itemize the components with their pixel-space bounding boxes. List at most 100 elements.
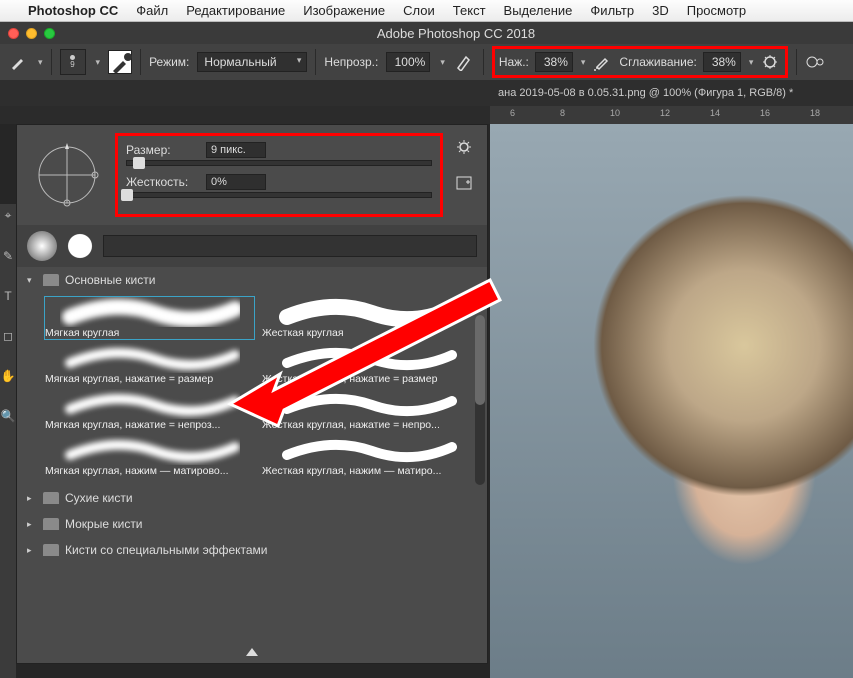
ruler-mark: 10 <box>610 108 620 118</box>
opacity-field[interactable]: 100% <box>386 52 430 72</box>
maximize-icon[interactable] <box>44 28 55 39</box>
tool-strip: ⌖ ✎ T ◻ ✋ 🔍 <box>0 204 16 678</box>
folder-main-brushes[interactable]: ▾ Основные кисти <box>17 267 487 293</box>
chevron-right-icon: ▸ <box>27 519 37 530</box>
document-tab[interactable]: ана 2019-05-08 в 0.05.31.png @ 100% (Фиг… <box>490 83 801 103</box>
brush-tool-icon[interactable] <box>8 52 28 72</box>
ruler-mark: 18 <box>810 108 820 118</box>
brush-preset-tile[interactable]: Мягкая круглая, нажатие = размер <box>45 343 254 385</box>
chevron-right-icon: ▸ <box>27 545 37 556</box>
photo-content <box>490 124 853 678</box>
pressure-opacity-icon[interactable] <box>453 51 475 73</box>
ruler-mark: 14 <box>710 108 720 118</box>
size-slider[interactable] <box>126 160 432 166</box>
workspace: ⌖ ✎ T ◻ ✋ 🔍 <box>0 124 853 678</box>
smoothing-options-icon[interactable] <box>759 51 781 73</box>
menu-select[interactable]: Выделение <box>504 3 573 18</box>
close-icon[interactable] <box>8 28 19 39</box>
folder-icon <box>43 544 59 556</box>
menu-edit[interactable]: Редактирование <box>186 3 285 18</box>
brush-panel-toggle[interactable] <box>108 50 132 74</box>
tool-icon[interactable]: ✋ <box>1 369 16 383</box>
size-value[interactable]: 9 пикс. <box>206 142 266 158</box>
brush-preset-tile[interactable]: Жесткая круглая, нажим — матиро... <box>262 435 471 477</box>
menu-layers[interactable]: Слои <box>403 3 435 18</box>
tool-icon[interactable]: ✎ <box>3 249 13 263</box>
brush-preset-tile[interactable]: Мягкая круглая, нажим — матирово... <box>45 435 254 477</box>
menu-text[interactable]: Текст <box>453 3 486 18</box>
folder-label: Сухие кисти <box>65 491 133 505</box>
ruler-mark: 16 <box>760 108 770 118</box>
brush-preset-tile[interactable]: Жесткая круглая, нажатие = непро... <box>262 389 471 431</box>
folder-special-brushes[interactable]: ▸ Кисти со специальными эффектами <box>17 537 487 563</box>
brush-preset-panel: Размер: 9 пикс. Жесткость: 0% <box>16 124 488 664</box>
brush-size-number: 9 <box>70 60 74 69</box>
ruler-mark: 8 <box>560 108 565 118</box>
menu-3d[interactable]: 3D <box>652 3 669 18</box>
window-titlebar: Adobe Photoshop CC 2018 <box>0 22 853 44</box>
blend-mode-select[interactable]: Нормальный <box>197 52 307 72</box>
brush-angle-widget[interactable] <box>25 133 109 217</box>
menu-filter[interactable]: Фильтр <box>590 3 634 18</box>
folder-icon <box>43 274 59 286</box>
mode-label: Режим: <box>149 55 189 69</box>
airbrush-icon[interactable] <box>591 51 613 73</box>
minimize-icon[interactable] <box>26 28 37 39</box>
brush-grid: Мягкая круглая Жесткая круглая Мягкая круг… <box>17 293 487 485</box>
flow-chevron-icon[interactable]: ▾ <box>581 57 586 68</box>
folder-label: Кисти со специальными эффектами <box>65 543 268 557</box>
folder-dry-brushes[interactable]: ▸ Сухие кисти <box>17 485 487 511</box>
brush-preset-label: Жесткая круглая, нажим — матиро... <box>262 465 471 477</box>
folder-wet-brushes[interactable]: ▸ Мокрые кисти <box>17 511 487 537</box>
tool-preset-chevron-icon[interactable]: ▾ <box>38 57 43 68</box>
brush-preset-label: Мягкая круглая <box>45 327 254 339</box>
folder-icon <box>43 492 59 504</box>
brush-preset-tile[interactable]: Жесткая круглая, нажатие = размер <box>262 343 471 385</box>
menu-app[interactable]: Photoshop CC <box>28 3 118 18</box>
ruler-mark: 6 <box>510 108 515 118</box>
hardness-label: Жесткость: <box>126 175 196 189</box>
brush-search-input[interactable] <box>103 235 477 257</box>
recent-brush-soft[interactable] <box>27 231 57 261</box>
ruler-mark: 12 <box>660 108 670 118</box>
window-title: Adobe Photoshop CC 2018 <box>67 26 845 41</box>
brush-picker-chevron-icon[interactable]: ▾ <box>96 57 101 68</box>
opacity-chevron-icon[interactable]: ▾ <box>440 57 445 68</box>
menu-view[interactable]: Просмотр <box>687 3 746 18</box>
zoom-tool-icon[interactable]: 🔍 <box>1 409 16 423</box>
folder-icon <box>43 518 59 530</box>
brush-preset-tile[interactable]: Жесткая круглая <box>262 297 471 339</box>
chevron-down-icon: ▾ <box>27 275 37 286</box>
tool-icon[interactable]: ◻ <box>3 329 13 343</box>
ruler-horizontal: 6 8 10 12 14 16 18 <box>490 106 853 124</box>
gear-icon[interactable] <box>456 139 472 158</box>
tool-options-bar: ▾ 9 ▾ Режим: Нормальный Непрозр.: 100% ▾… <box>0 44 853 80</box>
brush-preset-tile[interactable]: Мягкая круглая, нажатие = непроз... <box>45 389 254 431</box>
tool-icon[interactable]: ⌖ <box>5 208 12 223</box>
document-canvas[interactable] <box>490 124 853 678</box>
annotation-highlight-sliders: Размер: 9 пикс. Жесткость: 0% <box>115 133 443 217</box>
recent-brush-hard[interactable] <box>65 231 95 261</box>
menu-image[interactable]: Изображение <box>303 3 385 18</box>
hardness-value[interactable]: 0% <box>206 174 266 190</box>
size-label: Размер: <box>126 143 196 157</box>
flow-field[interactable]: 38% <box>535 52 573 72</box>
panel-scrollbar[interactable] <box>475 315 485 485</box>
annotation-highlight-flow: Наж.: 38% ▾ Сглаживание: 38% ▾ <box>492 46 789 78</box>
document-tab-bar: ана 2019-05-08 в 0.05.31.png @ 100% (Фиг… <box>0 80 853 106</box>
smoothing-field[interactable]: 38% <box>703 52 741 72</box>
brush-preset-tile[interactable]: Мягкая круглая <box>45 297 254 339</box>
smoothing-chevron-icon[interactable]: ▾ <box>749 57 754 68</box>
brush-preview[interactable]: 9 <box>60 49 86 75</box>
app-window: Adobe Photoshop CC 2018 ▾ 9 ▾ Режим: Нор… <box>0 22 853 678</box>
panel-resize-handle[interactable] <box>17 641 487 663</box>
new-preset-icon[interactable] <box>456 176 472 193</box>
hardness-slider[interactable] <box>126 192 432 198</box>
menu-file[interactable]: Файл <box>136 3 168 18</box>
opacity-label: Непрозр.: <box>324 55 378 69</box>
brush-preset-label: Мягкая круглая, нажим — матирово... <box>45 465 254 477</box>
brush-preset-label: Мягкая круглая, нажатие = размер <box>45 373 254 385</box>
folder-label: Основные кисти <box>65 273 155 287</box>
pressure-size-icon[interactable] <box>805 51 827 73</box>
tool-icon[interactable]: T <box>4 289 11 303</box>
